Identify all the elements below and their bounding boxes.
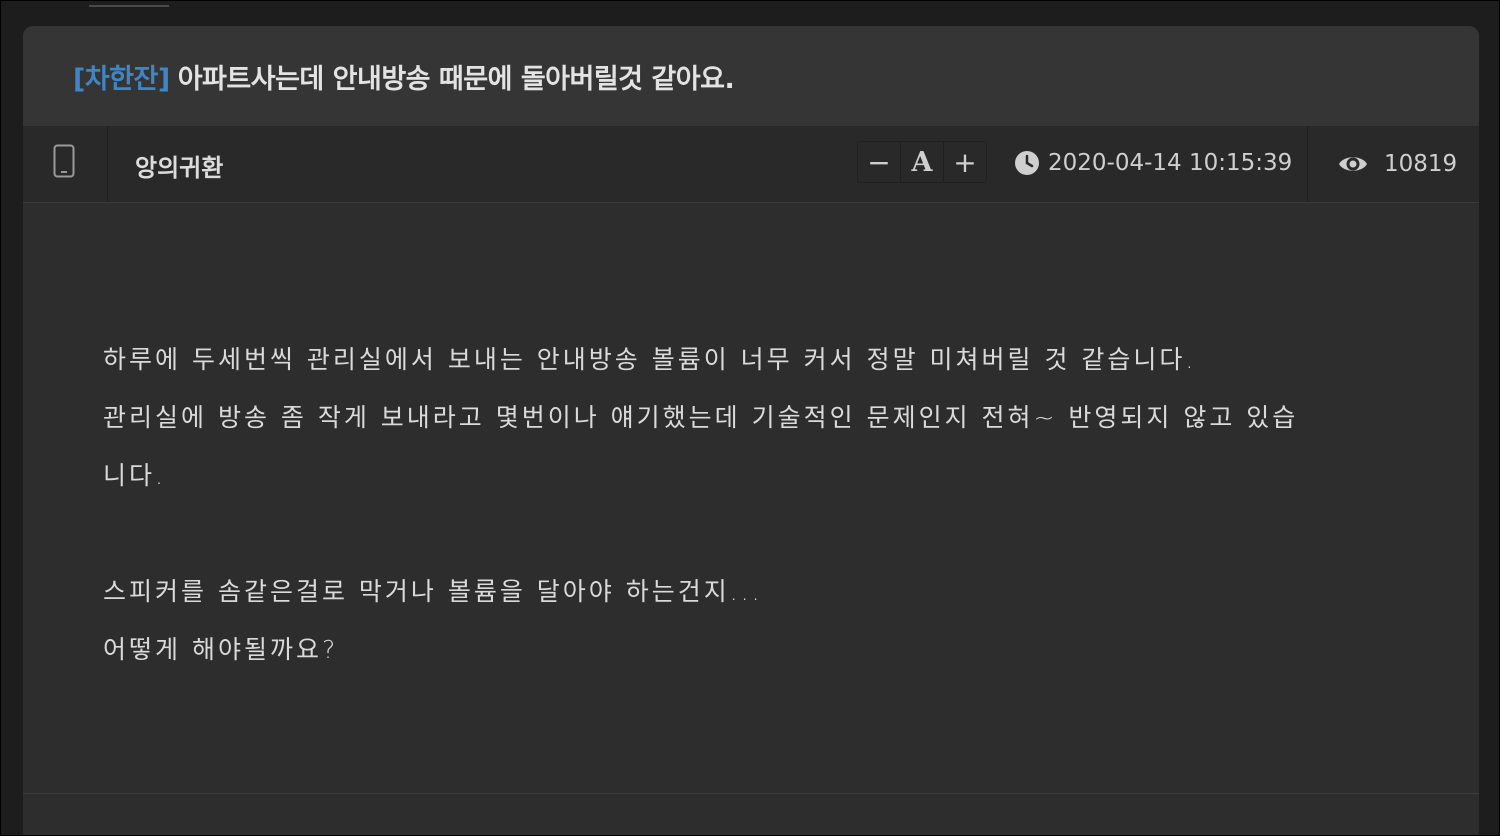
post-header: [차한잔] 아파트사는데 안내방송 때문에 돌아버릴것 같아요.	[23, 26, 1479, 126]
font-reset-button[interactable]: A	[900, 142, 944, 182]
body-line: 어떻게 해야될까요?	[103, 635, 339, 664]
font-size-control: − A +	[857, 141, 987, 183]
clock-icon	[1015, 151, 1039, 175]
post-datetime: 2020-04-14 10:15:39	[1048, 150, 1293, 176]
body-line: 하루에 두세번씩 관리실에서 보내는 안내방송 볼륨이 너무 커서 정말 미쳐버…	[103, 345, 1197, 374]
post-info-bar: 앙의귀환 − A + 2020-04-14 10:15:39 10819	[23, 126, 1479, 203]
eye-icon	[1339, 157, 1367, 171]
post-category[interactable]: [차한잔]	[73, 64, 170, 95]
post-title: [차한잔] 아파트사는데 안내방송 때문에 돌아버릴것 같아요.	[73, 57, 735, 96]
post-footer-divider	[23, 793, 1479, 794]
page-frame: [차한잔] 아파트사는데 안내방송 때문에 돌아버릴것 같아요. 앙의귀환 − A…	[0, 0, 1500, 836]
font-decrease-button[interactable]: −	[858, 142, 900, 182]
body-line: 니다.	[103, 461, 166, 490]
post-title-text: 아파트사는데 안내방송 때문에 돌아버릴것 같아요.	[177, 64, 735, 95]
post-card: [차한잔] 아파트사는데 안내방송 때문에 돌아버릴것 같아요. 앙의귀환 − A…	[23, 26, 1479, 835]
view-count-value: 10819	[1384, 151, 1458, 177]
post-date: 2020-04-14 10:15:39	[1014, 150, 1292, 176]
body-line: 관리실에 방송 좀 작게 보내라고 몇번이나 얘기했는데 기술적인 문제인지 전…	[103, 403, 1299, 432]
mobile-phone-icon	[53, 144, 75, 178]
view-count: 10819	[1307, 126, 1479, 202]
post-body: 하루에 두세번씩 관리실에서 보내는 안내방송 볼륨이 너무 커서 정말 미쳐버…	[103, 331, 1298, 679]
device-cell	[23, 126, 108, 202]
font-increase-button[interactable]: +	[944, 142, 986, 182]
body-line: 스피커를 솜같은걸로 막거나 볼륨을 달아야 하는건지...	[103, 577, 763, 606]
previous-element-edge	[89, 1, 169, 7]
author-name[interactable]: 앙의귀환	[135, 148, 223, 183]
